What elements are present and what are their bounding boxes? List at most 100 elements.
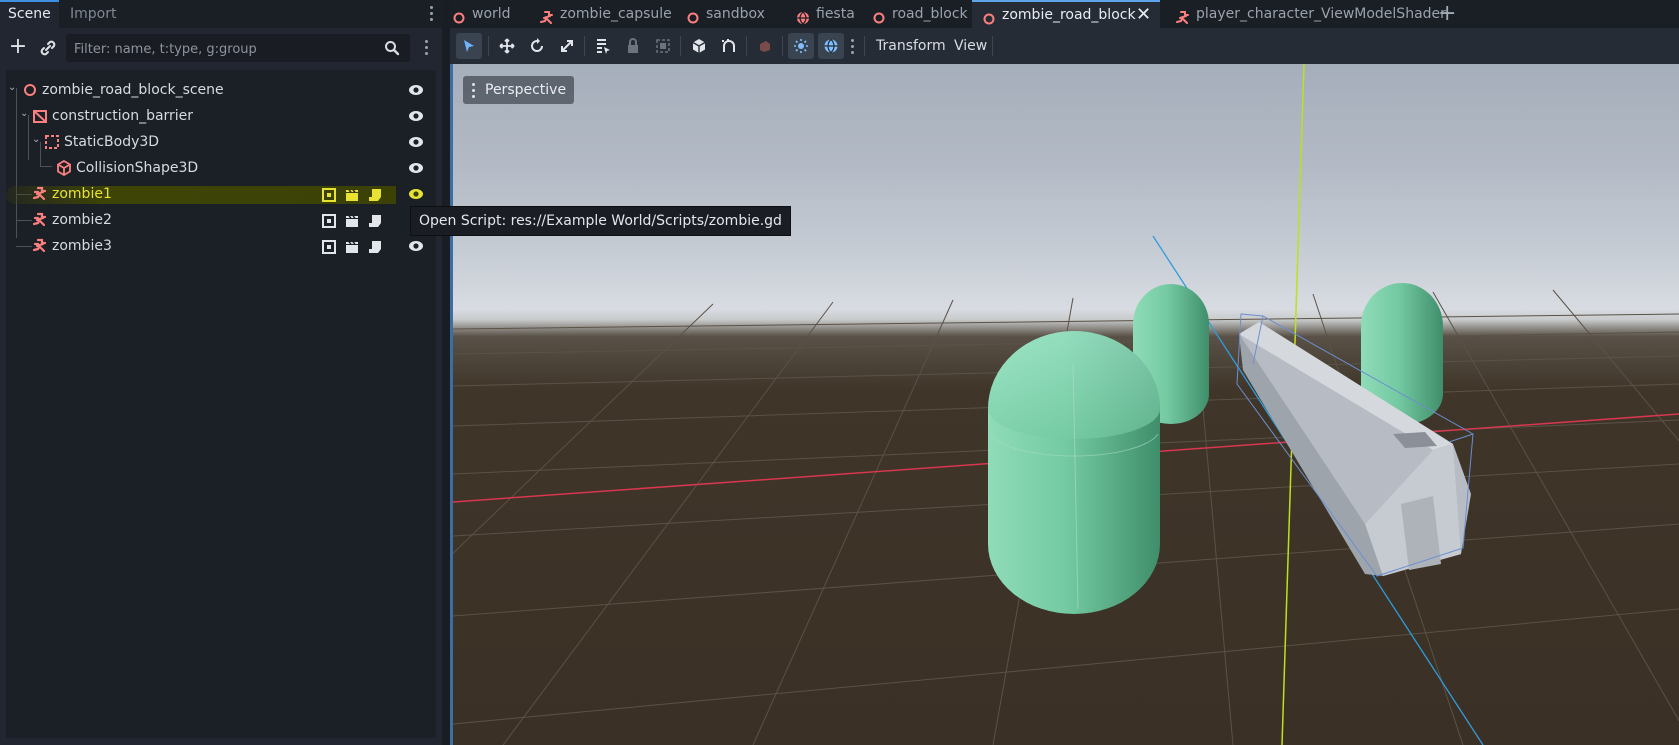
tree-row-root[interactable]: ⌄ zombie_road_block_scene — [6, 76, 436, 104]
tab-label: world — [472, 6, 511, 22]
node-label: construction_barrier — [52, 108, 194, 124]
perspective-menu-button[interactable]: Perspective — [463, 76, 575, 104]
tab-world[interactable]: world — [450, 0, 530, 28]
tab-import[interactable]: Import — [62, 0, 124, 28]
visibility-eye-icon[interactable] — [408, 109, 424, 123]
scene-tree: ⌄ zombie_road_block_scene ⌄ construction… — [6, 70, 436, 738]
clapper-icon[interactable] — [345, 240, 359, 254]
viewport-toolbar: Transform View — [450, 28, 1679, 64]
tab-label: player_character_ViewModelShader — [1196, 6, 1446, 22]
move-tool-button[interactable] — [494, 33, 520, 59]
snap-button[interactable] — [716, 33, 742, 59]
preview-icon[interactable] — [752, 33, 778, 59]
node-label: zombie2 — [52, 212, 112, 228]
scene-tab-bar: world zombie_capsule sandbox fiesta road… — [450, 0, 1679, 28]
zombie-instance-icon — [32, 238, 48, 254]
scene-circle-icon — [982, 8, 996, 25]
tab-scene[interactable]: Scene — [0, 0, 59, 28]
tree-row-collisionshape3d[interactable]: CollisionShape3D — [6, 154, 436, 182]
zombie-capsule-front — [988, 331, 1160, 614]
scene-circle-icon — [686, 7, 700, 24]
transform-menu[interactable]: Transform — [876, 28, 946, 64]
tab-label: zombie_road_block — [1002, 7, 1136, 23]
sun-preview-button[interactable] — [788, 33, 814, 59]
collapse-arrow-icon[interactable]: ⌄ — [8, 83, 18, 93]
list-select-button[interactable] — [590, 33, 616, 59]
environment-preview-button[interactable] — [818, 33, 844, 59]
zombie-instance-icon — [540, 7, 554, 24]
tree-row-construction-barrier[interactable]: ⌄ construction_barrier — [6, 102, 436, 130]
scene-root-icon — [22, 82, 38, 98]
script-icon[interactable] — [368, 214, 382, 228]
tree-row-zombie3[interactable]: zombie3 — [6, 232, 436, 260]
new-tab-button[interactable]: + — [1438, 2, 1456, 26]
scene-circle-icon — [452, 7, 466, 24]
static-body-icon — [44, 134, 60, 150]
dock-menu-icon[interactable] — [430, 6, 434, 22]
visibility-eye-icon[interactable] — [408, 135, 424, 149]
select-tool-button[interactable] — [456, 33, 482, 59]
tab-label: fiesta — [816, 6, 855, 22]
toolbar-separator — [680, 36, 681, 56]
node-label: zombie3 — [52, 238, 112, 254]
toolbar-separator — [488, 36, 489, 56]
visibility-eye-icon[interactable] — [408, 239, 424, 253]
node-label: StaticBody3D — [64, 134, 160, 150]
node-label: CollisionShape3D — [76, 160, 199, 176]
instance-icon[interactable] — [322, 214, 336, 228]
tab-sandbox[interactable]: sandbox — [686, 0, 776, 28]
clapper-icon[interactable] — [345, 214, 359, 228]
dock-splitter[interactable] — [442, 0, 450, 745]
toolbar-separator — [782, 36, 783, 56]
visibility-eye-icon[interactable] — [408, 161, 424, 175]
scale-tool-button[interactable] — [554, 33, 580, 59]
scene-circle-icon — [872, 7, 886, 24]
script-tooltip: Open Script: res://Example World/Scripts… — [410, 206, 791, 236]
zombie-instance-icon — [32, 212, 48, 228]
search-icon — [384, 40, 400, 56]
filter-box — [66, 34, 410, 62]
clapper-icon[interactable] — [345, 188, 359, 202]
tree-row-zombie1[interactable]: zombie1 — [6, 180, 436, 208]
scene-dock: Scene Import + ⌄ zom — [0, 0, 442, 745]
visibility-eye-icon[interactable] — [408, 83, 424, 97]
tree-menu-icon[interactable] — [425, 40, 428, 58]
script-icon[interactable] — [368, 240, 382, 254]
perspective-menu-icon — [472, 83, 475, 101]
view-menu[interactable]: View — [954, 28, 987, 64]
visibility-eye-icon[interactable] — [408, 187, 424, 201]
collision-shape-icon — [56, 159, 72, 177]
tree-row-zombie2[interactable]: zombie2 — [6, 206, 436, 234]
node3d-icon — [32, 108, 48, 124]
close-tab-icon[interactable]: ✕ — [1136, 2, 1151, 28]
node-label: zombie1 — [52, 186, 112, 202]
toolbar-separator — [746, 36, 747, 56]
preview-menu-icon[interactable] — [846, 33, 860, 59]
tab-label: sandbox — [706, 6, 765, 22]
script-icon[interactable] — [368, 188, 382, 202]
instance-icon[interactable] — [322, 240, 336, 254]
viewport-scene — [453, 64, 1679, 745]
group-icon[interactable] — [650, 33, 676, 59]
tree-row-staticbody3d[interactable]: ⌄ StaticBody3D — [6, 128, 436, 156]
zombie-instance-icon — [32, 186, 48, 202]
instance-link-icon[interactable] — [38, 38, 58, 58]
node-label: zombie_road_block_scene — [42, 82, 224, 98]
tab-label: zombie_capsule — [560, 6, 672, 22]
local-space-button[interactable] — [686, 33, 712, 59]
tab-zombie-road-block[interactable]: zombie_road_block ✕ — [972, 0, 1160, 28]
rotate-tool-button[interactable] — [524, 33, 550, 59]
3d-viewport[interactable]: Perspective — [453, 64, 1679, 745]
tab-player-character[interactable]: player_character_ViewModelShader — [1176, 0, 1466, 28]
add-node-button[interactable]: + — [8, 36, 28, 58]
instance-icon[interactable] — [322, 188, 336, 202]
tab-road-block[interactable]: road_block — [872, 0, 972, 28]
tab-zombie-capsule[interactable]: zombie_capsule — [540, 0, 672, 28]
toolbar-separator — [864, 36, 865, 56]
collapse-arrow-icon[interactable]: ⌄ — [32, 135, 42, 145]
filter-input[interactable] — [72, 38, 376, 60]
lock-icon[interactable] — [620, 33, 646, 59]
toolbar-separator — [992, 36, 993, 56]
tab-fiesta[interactable]: fiesta — [796, 0, 866, 28]
collapse-arrow-icon[interactable]: ⌄ — [20, 109, 30, 119]
